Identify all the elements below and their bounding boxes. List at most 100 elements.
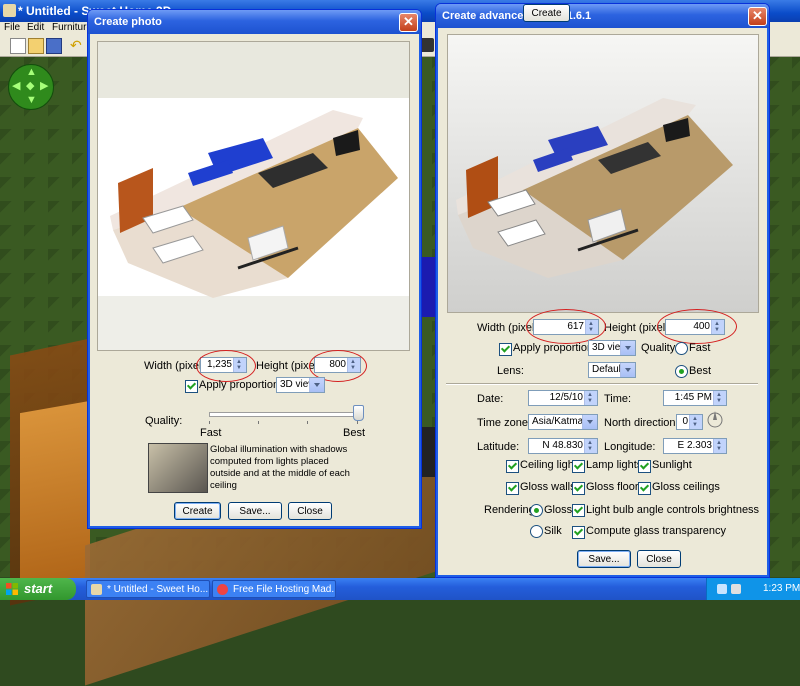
north-direction-value: 0 xyxy=(682,416,688,427)
house-render-image xyxy=(110,110,398,298)
lamp-lights-checkbox[interactable] xyxy=(572,460,585,473)
close-icon[interactable]: ✕ xyxy=(748,7,767,26)
create-photo-title: Create photo xyxy=(88,10,421,34)
create-button[interactable]: Create xyxy=(523,4,570,22)
camera-icon[interactable] xyxy=(420,38,434,52)
ceiling-lights-checkbox[interactable] xyxy=(506,460,519,473)
gloss-ceilings-checkbox[interactable] xyxy=(638,482,651,495)
lens-select[interactable]: Default xyxy=(588,362,636,378)
nav-left-icon[interactable]: ◀ xyxy=(12,81,20,92)
gloss-floors-checkbox[interactable] xyxy=(572,482,585,495)
timezone-select[interactable]: Asia/Katma... xyxy=(528,414,598,430)
taskbar-item-label: Free File Hosting Mad... xyxy=(233,584,336,595)
light-bulb-checkbox[interactable] xyxy=(572,504,585,517)
date-label: Date: xyxy=(477,393,504,405)
save-button[interactable]: Save... xyxy=(577,550,631,568)
glass-transparency-checkbox[interactable] xyxy=(572,526,585,539)
advanced-photo-dialog: Create advanced photo 1.6.1 ✕ Width (pix… xyxy=(435,3,770,578)
close-icon[interactable]: ✕ xyxy=(399,13,418,32)
open-folder-icon[interactable] xyxy=(28,38,44,54)
spinner-arrows-icon[interactable]: ▲ ▼ xyxy=(713,439,726,453)
network-icon[interactable] xyxy=(717,584,727,594)
glass-transparency-label: Compute glass transparency xyxy=(586,525,727,537)
north-direction-spinner[interactable]: 0 ▲ ▼ xyxy=(676,414,703,430)
photo-thumbnail-icon xyxy=(148,443,208,493)
nav-up-icon[interactable]: ▲ xyxy=(26,67,37,78)
nav-pad-icon[interactable]: ▲ ▼ ◀ ▶ ◆ xyxy=(8,64,54,110)
light-bulb-label: Light bulb angle controls brightness xyxy=(586,504,760,516)
menu-file[interactable]: File xyxy=(4,22,20,34)
apply-proportions-checkbox[interactable] xyxy=(185,380,198,393)
rendering-silk-radio[interactable] xyxy=(530,525,543,538)
rendering-silk-label: Silk xyxy=(544,525,562,537)
rendering-gloss-label: Gloss xyxy=(544,504,573,516)
proportions-select[interactable]: 3D view xyxy=(276,377,325,393)
slider-tick xyxy=(209,421,210,424)
chevron-down-icon[interactable] xyxy=(620,341,635,355)
apply-proportions-label: Apply proportions: xyxy=(199,379,288,391)
quality-fast-radio[interactable] xyxy=(675,342,688,355)
taskbar-item-browser[interactable]: Free File Hosting Mad... xyxy=(212,580,336,598)
lens-label: Lens: xyxy=(497,365,524,377)
time-label: Time: xyxy=(604,393,632,405)
nav-down-icon[interactable]: ▼ xyxy=(26,95,37,106)
spinner-arrows-icon[interactable]: ▲ ▼ xyxy=(584,391,597,405)
browser-icon xyxy=(217,584,228,595)
nav-right-icon[interactable]: ▶ xyxy=(40,81,48,92)
create-button[interactable]: Create xyxy=(174,502,221,520)
annotation-circle xyxy=(657,309,737,344)
quality-description: Global illumination with shadows compute… xyxy=(210,444,350,491)
house-render-image xyxy=(456,98,733,278)
close-button[interactable]: Close xyxy=(637,550,681,568)
latitude-value: N 48.830 xyxy=(542,440,583,451)
rendering-gloss-radio[interactable] xyxy=(530,504,543,517)
spinner-arrows-icon[interactable]: ▲ ▼ xyxy=(689,415,702,429)
chevron-down-icon[interactable] xyxy=(620,363,635,377)
quality-slider-track[interactable] xyxy=(209,412,359,417)
start-label: start xyxy=(24,581,53,596)
chevron-down-icon[interactable] xyxy=(582,415,597,429)
chevron-down-icon[interactable] xyxy=(309,378,324,392)
quality-label: Quality: xyxy=(641,342,679,354)
sunlight-checkbox[interactable] xyxy=(638,460,651,473)
taskbar-item-label: * Untitled - Sweet Ho... xyxy=(107,584,209,595)
menu-furniture[interactable]: Furniture xyxy=(52,22,92,34)
door-render xyxy=(20,400,90,594)
gloss-walls-checkbox[interactable] xyxy=(506,482,519,495)
longitude-value: E 2.303 xyxy=(677,440,712,451)
advanced-photo-preview xyxy=(447,34,759,313)
compass-icon[interactable] xyxy=(707,409,723,431)
gloss-floors-label: Gloss floors xyxy=(586,481,645,493)
save-button[interactable]: Save... xyxy=(228,502,282,520)
latitude-spinner[interactable]: N 48.830 ▲ ▼ xyxy=(528,438,598,454)
slider-tick xyxy=(357,421,358,424)
apply-proportions-checkbox[interactable] xyxy=(499,343,512,356)
slider-tick xyxy=(307,421,308,424)
security-icon[interactable] xyxy=(731,584,741,594)
spinner-arrows-icon[interactable]: ▲ ▼ xyxy=(584,439,597,453)
save-icon[interactable] xyxy=(46,38,62,54)
nav-center-icon[interactable]: ◆ xyxy=(26,81,34,92)
windows-flag-icon xyxy=(6,583,18,595)
app-icon xyxy=(3,4,16,17)
close-button[interactable]: Close xyxy=(288,502,332,520)
system-tray: 1:23 PM xyxy=(706,578,800,600)
clock[interactable]: 1:23 PM xyxy=(763,578,800,600)
menu-edit[interactable]: Edit xyxy=(27,22,44,34)
quality-best-radio[interactable] xyxy=(675,365,688,378)
proportions-select[interactable]: 3D view xyxy=(588,340,636,356)
latitude-label: Latitude: xyxy=(477,441,520,453)
quality-best-label: Best xyxy=(343,427,366,439)
time-spinner[interactable]: 1:45 PM ▲ ▼ xyxy=(663,390,727,406)
taskbar-item-sweet-home[interactable]: * Untitled - Sweet Ho... xyxy=(86,580,210,598)
longitude-spinner[interactable]: E 2.303 ▲ ▼ xyxy=(663,438,727,454)
quality-slider-thumb[interactable] xyxy=(352,405,364,421)
undo-icon[interactable]: ↶ xyxy=(70,38,84,52)
new-file-icon[interactable] xyxy=(10,38,26,54)
start-button[interactable]: start xyxy=(0,578,76,600)
spinner-arrows-icon[interactable]: ▲ ▼ xyxy=(713,391,726,405)
date-spinner[interactable]: 12/5/10 ▲ ▼ xyxy=(528,390,598,406)
longitude-label: Longitude: xyxy=(604,441,656,453)
advanced-photo-title: Create advanced photo 1.6.1 xyxy=(436,4,769,28)
taskbar: start * Untitled - Sweet Ho... Free File… xyxy=(0,578,800,600)
